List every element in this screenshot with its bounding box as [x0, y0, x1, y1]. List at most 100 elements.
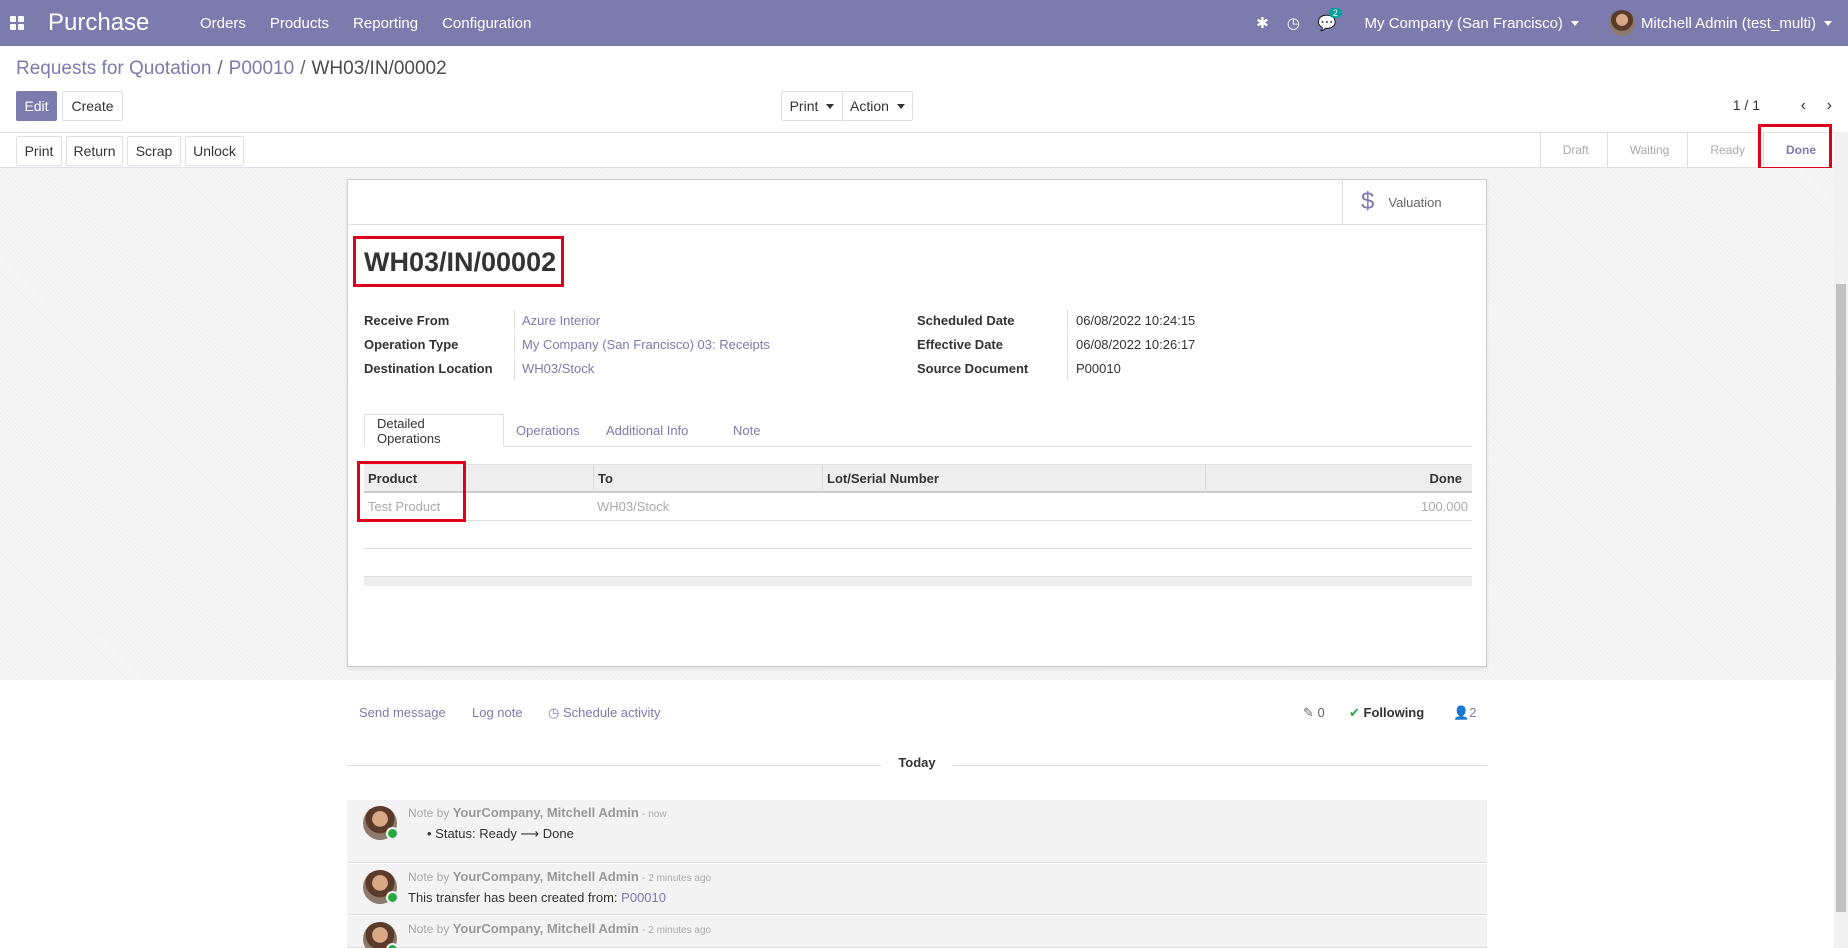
column-done[interactable]: Done: [1205, 465, 1472, 492]
log-note-button[interactable]: Log note: [472, 705, 523, 720]
breadcrumb-current: WH03/IN/00002: [311, 58, 447, 79]
apps-menu-icon[interactable]: [10, 15, 26, 31]
print-dropdown[interactable]: Print: [781, 91, 843, 121]
return-button[interactable]: Return: [66, 136, 123, 166]
action-dropdown[interactable]: Action: [842, 91, 913, 121]
notebook-tabs: Detailed Operations Operations Additiona…: [364, 414, 1472, 447]
message-header: Note by YourCompany, Mitchell Admin - 2 …: [408, 921, 711, 936]
message-body: This transfer has been created from: P00…: [408, 890, 666, 905]
company-switcher[interactable]: My Company (San Francisco): [1365, 15, 1579, 32]
source-link[interactable]: P00010: [621, 890, 666, 905]
effective-date-label: Effective Date: [917, 337, 1003, 352]
scrollbar-thumb[interactable]: [1836, 284, 1846, 912]
unlock-button[interactable]: Unlock: [185, 136, 244, 166]
message-author[interactable]: YourCompany, Mitchell Admin: [453, 921, 639, 936]
message-text: This transfer has been created from:: [408, 890, 618, 905]
status-new: Done: [542, 826, 574, 841]
form-sheet: $ Valuation WH03/IN/00002 Receive From A…: [347, 179, 1487, 667]
cell-done: 100.000: [1421, 499, 1468, 514]
breadcrumb: Requests for Quotation / P00010/WH03/IN/00…: [16, 58, 447, 80]
operation-type-value[interactable]: My Company (San Francisco) 03: Receipts: [522, 337, 770, 352]
column-lot-serial[interactable]: Lot/Serial Number: [822, 465, 1205, 492]
caret-down-icon: [896, 103, 905, 109]
schedule-activity-button[interactable]: ◷ Schedule activity: [548, 705, 661, 721]
send-message-button[interactable]: Send message: [359, 705, 446, 720]
message: Note by YourCompany, Mitchell Admin - 2 …: [347, 916, 1487, 948]
button-box: $ Valuation: [348, 180, 1486, 225]
caret-down-icon: [1570, 21, 1579, 27]
empty-row: [364, 521, 1472, 549]
tab-operations[interactable]: Operations: [504, 414, 592, 447]
operation-type-label: Operation Type: [364, 337, 459, 352]
breadcrumb-separator: /: [217, 58, 223, 79]
author-avatar[interactable]: [363, 870, 399, 904]
paperclip-icon: ✎: [1303, 705, 1314, 720]
chevron-left-icon[interactable]: ‹: [1801, 97, 1806, 115]
caret-down-icon: [1824, 20, 1832, 26]
followers-button[interactable]: 👤2: [1453, 705, 1476, 721]
chat-icon[interactable]: 💬 2: [1318, 8, 1342, 32]
state-draft: Draft: [1539, 133, 1607, 167]
author-avatar[interactable]: [363, 806, 399, 840]
destination-location-label: Destination Location: [364, 361, 493, 376]
table-row[interactable]: Test Product WH03/Stock 100.000: [364, 493, 1472, 521]
tab-additional-info[interactable]: Additional Info: [594, 414, 700, 447]
scrap-button[interactable]: Scrap: [127, 136, 181, 166]
receive-from-label: Receive From: [364, 313, 450, 328]
state-ready: Ready: [1687, 133, 1763, 167]
message-header: Note by YourCompany, Mitchell Admin - no…: [408, 805, 667, 820]
field-divider: [514, 334, 515, 356]
operations-table: Product To Lot/Serial Number Done Test P…: [364, 464, 1472, 586]
user-avatar: [1608, 10, 1635, 36]
message: Note by YourCompany, Mitchell Admin - no…: [347, 800, 1487, 863]
scrollbar[interactable]: [1834, 132, 1848, 948]
attachments-button[interactable]: ✎ 0: [1303, 705, 1325, 721]
arrow-right-icon: ⟶: [520, 826, 540, 841]
valuation-label: Valuation: [1388, 194, 1442, 210]
following-button[interactable]: ✔ Following: [1349, 705, 1424, 721]
column-to[interactable]: To: [593, 465, 822, 492]
create-button[interactable]: Create: [62, 91, 123, 121]
date-separator: Today: [347, 755, 1487, 775]
breadcrumb-root[interactable]: Requests for Quotation: [16, 58, 211, 79]
menu-products[interactable]: Products: [270, 15, 329, 32]
chat-badge: 2: [1328, 8, 1342, 18]
message-author[interactable]: YourCompany, Mitchell Admin: [453, 869, 639, 884]
app-name[interactable]: Purchase: [48, 9, 200, 37]
tab-note[interactable]: Note: [721, 414, 772, 447]
message-body: • Status: Ready ⟶ Done: [427, 826, 574, 841]
status-change: Status: Ready: [435, 826, 517, 841]
author-avatar[interactable]: [363, 922, 399, 948]
top-navbar: Purchase Orders Products Reporting Confi…: [0, 0, 1848, 46]
source-document-label: Source Document: [917, 361, 1029, 376]
destination-location-value[interactable]: WH03/Stock: [522, 361, 594, 376]
message-prefix: Note by: [408, 870, 450, 884]
field-divider: [514, 310, 515, 332]
menu-reporting[interactable]: Reporting: [353, 15, 418, 32]
message-time: - now: [642, 809, 667, 820]
field-divider: [1067, 310, 1068, 332]
message-time: - 2 minutes ago: [642, 873, 712, 884]
clock-icon[interactable]: ◷: [1287, 14, 1300, 32]
highlight-title: [353, 236, 564, 287]
tab-detailed-operations[interactable]: Detailed Operations: [364, 414, 504, 447]
menu-orders[interactable]: Orders: [200, 15, 246, 32]
chevron-right-icon[interactable]: ›: [1827, 97, 1832, 115]
effective-date-value: 06/08/2022 10:26:17: [1076, 337, 1196, 352]
message-author[interactable]: YourCompany, Mitchell Admin: [453, 805, 639, 820]
receive-from-value[interactable]: Azure Interior: [522, 313, 600, 328]
print-button[interactable]: Print: [16, 136, 62, 166]
cell-lot: [822, 493, 826, 520]
bug-icon[interactable]: ✱: [1256, 14, 1269, 32]
print-label: Print: [789, 98, 819, 114]
user-menu[interactable]: Mitchell Admin (test_multi): [1608, 10, 1832, 36]
edit-button[interactable]: Edit: [16, 91, 57, 121]
highlight-done-state: [1758, 124, 1832, 170]
menu-configuration[interactable]: Configuration: [442, 15, 531, 32]
breadcrumb-separator: /: [300, 58, 306, 79]
main-menu: Orders Products Reporting Configuration: [200, 15, 531, 32]
valuation-button[interactable]: $ Valuation: [1342, 180, 1486, 224]
pager-value[interactable]: 1 / 1: [1733, 97, 1760, 113]
schedule-activity-label: Schedule activity: [562, 705, 661, 720]
breadcrumb-parent[interactable]: P00010: [229, 58, 295, 79]
